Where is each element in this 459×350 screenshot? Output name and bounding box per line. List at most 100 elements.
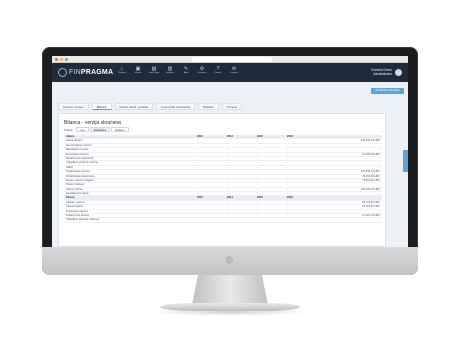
- table-cell: -: [257, 174, 258, 178]
- table-cell: -: [287, 178, 288, 182]
- table-cell: 45.210,30 HRK: [362, 174, 380, 178]
- view-option-button[interactable]: detaljno: [110, 127, 129, 132]
- table-cell: -: [379, 209, 380, 213]
- column-header: 2014: [227, 196, 233, 200]
- table-cell: -: [287, 218, 288, 222]
- table-cell: -: [227, 165, 228, 169]
- table-cell: -: [287, 152, 288, 156]
- close-window-icon[interactable]: [55, 58, 58, 61]
- nav-item-label: Pomoć: [214, 72, 222, 74]
- nav-item-label: Analiza: [166, 72, 174, 74]
- table-cell: -: [287, 161, 288, 165]
- column-header: [317, 135, 382, 138]
- nav-item-0[interactable]: ⌂ Početna: [114, 66, 130, 75]
- nav-item-5[interactable]: ⚙ Postavke: [194, 66, 210, 75]
- table-cell: -: [197, 161, 198, 165]
- browser-toolbar: [52, 56, 408, 63]
- nav-item-label: Novi klijent: [148, 72, 160, 74]
- nav-item-2[interactable]: ▤ Novi klijent: [146, 66, 162, 75]
- logo-brand: PRAGMA: [80, 69, 114, 76]
- app-logo[interactable]: FINPRAGMA: [58, 68, 113, 77]
- table-cell: -: [287, 209, 288, 213]
- table-cell: -: [379, 218, 380, 222]
- view-option-button[interactable]: sve: [76, 127, 89, 132]
- table-cell: -: [197, 143, 198, 147]
- table-cell: -: [197, 205, 198, 209]
- maximize-window-icon[interactable]: [65, 58, 68, 61]
- minimize-window-icon[interactable]: [60, 58, 63, 61]
- table-cell: -: [257, 218, 258, 222]
- table-cell: -: [257, 148, 258, 152]
- table-cell: -: [287, 156, 288, 160]
- table-cell: -: [197, 209, 198, 213]
- view-toggle: Prikaz: sve skraćeno detaljno: [64, 127, 130, 132]
- table-cell: Plaćeni troškovi: [66, 183, 85, 187]
- table-cell: Odgođeno plaćanje troškova: [66, 218, 100, 222]
- table-cell: -: [257, 156, 258, 160]
- address-bar[interactable]: [192, 57, 272, 62]
- table-cell: -: [287, 214, 288, 218]
- tab-4[interactable]: Bilješke: [198, 103, 219, 110]
- tab-2[interactable]: Račun dobiti i gubitka: [114, 103, 154, 110]
- balance-table: Aktiva 2013 2014 2015 2016 Aktiva ukupno - - - -1…: [64, 135, 382, 223]
- tab-3[interactable]: Financijski pokazatelji: [156, 103, 196, 110]
- table-cell: -: [257, 200, 258, 204]
- table-cell: -: [227, 183, 228, 187]
- avatar[interactable]: [395, 68, 402, 76]
- nav-item-4[interactable]: ✎ Alati: [178, 66, 194, 75]
- table-cell: Dugoročne obveze: [66, 209, 88, 213]
- table-cell: -: [257, 165, 258, 169]
- table-cell: Kratkoročne obveze: [66, 214, 90, 218]
- app-header: FINPRAGMA ⌂ Početna ▣ Klijenti ▤ Novi klijent…: [52, 63, 408, 82]
- table-cell: -: [197, 174, 198, 178]
- column-header: Aktiva: [66, 135, 74, 138]
- tab-0[interactable]: Osnovni podaci: [58, 103, 89, 110]
- table-cell: -: [257, 205, 258, 209]
- table-cell: -: [257, 152, 258, 156]
- nav-item-1[interactable]: ▣ Klijenti: [130, 66, 146, 75]
- table-cell: -: [197, 165, 198, 169]
- table-cell: Upisani kapital: [66, 205, 83, 209]
- table-cell: Materijalna imovina: [66, 148, 89, 152]
- table-cell: Potraživanja kratkoročna: [66, 174, 95, 178]
- user-menu[interactable]: Korisnik Demo Administrator: [371, 68, 402, 76]
- table-cell: -: [257, 178, 258, 182]
- table-cell: Financijska imovina: [66, 152, 89, 156]
- side-panel-handle[interactable]: [403, 150, 408, 172]
- tab-bar: Osnovni podaci Bilanca Račun dobiti i gubi…: [58, 103, 245, 110]
- nav-item-label: Kontakt: [230, 72, 238, 74]
- table-cell: -: [227, 205, 228, 209]
- table-cell: Zalihe: [66, 165, 74, 169]
- monitor-mockup: FINPRAGMA ⌂ Početna ▣ Klijenti ▤ Novi klijent…: [0, 0, 459, 350]
- table-cell: -: [257, 170, 258, 174]
- table-cell: 12.300,00 HRK: [362, 152, 380, 156]
- table-cell: Nematerijalna imovina: [66, 143, 92, 147]
- table-cell: -: [257, 209, 258, 213]
- table-cell: -: [257, 161, 258, 165]
- table-cell: -: [197, 183, 198, 187]
- table-cell: -: [379, 192, 380, 196]
- table-cell: -: [227, 161, 228, 165]
- view-option-button[interactable]: skraćeno: [89, 127, 110, 132]
- table-cell: Ukupno aktiva: [66, 187, 83, 191]
- column-header: 2015: [257, 135, 263, 138]
- table-cell: -: [197, 192, 198, 196]
- tab-1[interactable]: Bilanca: [91, 103, 112, 110]
- table-cell: -: [257, 139, 258, 143]
- nav-item-3[interactable]: ▥ Analiza: [162, 66, 178, 75]
- table-cell: Aktiva ukupno: [66, 139, 83, 143]
- table-cell: -: [257, 143, 258, 147]
- nav-item-6[interactable]: ? Pomoć: [210, 66, 226, 75]
- logo-prefix: FIN: [69, 69, 81, 76]
- nav-item-7[interactable]: ✉ Kontakt: [226, 66, 242, 75]
- table-cell: Izvanbilančni zapisi: [66, 192, 89, 196]
- report-button[interactable]: IZVJEŠTAJ BILANCA: [370, 88, 404, 94]
- table-cell: -: [287, 143, 288, 147]
- table-cell: -: [197, 148, 198, 152]
- table-row[interactable]: Odgođeno plaćanje troškova - - - - -: [64, 218, 382, 223]
- screen: FINPRAGMA ⌂ Početna ▣ Klijenti ▤ Novi klijent…: [52, 56, 408, 247]
- tab-5[interactable]: Povijest: [221, 103, 243, 110]
- table-cell: -: [379, 148, 380, 152]
- table-cell: -: [227, 170, 228, 174]
- table-cell: 135.345,12 HRK: [360, 187, 380, 191]
